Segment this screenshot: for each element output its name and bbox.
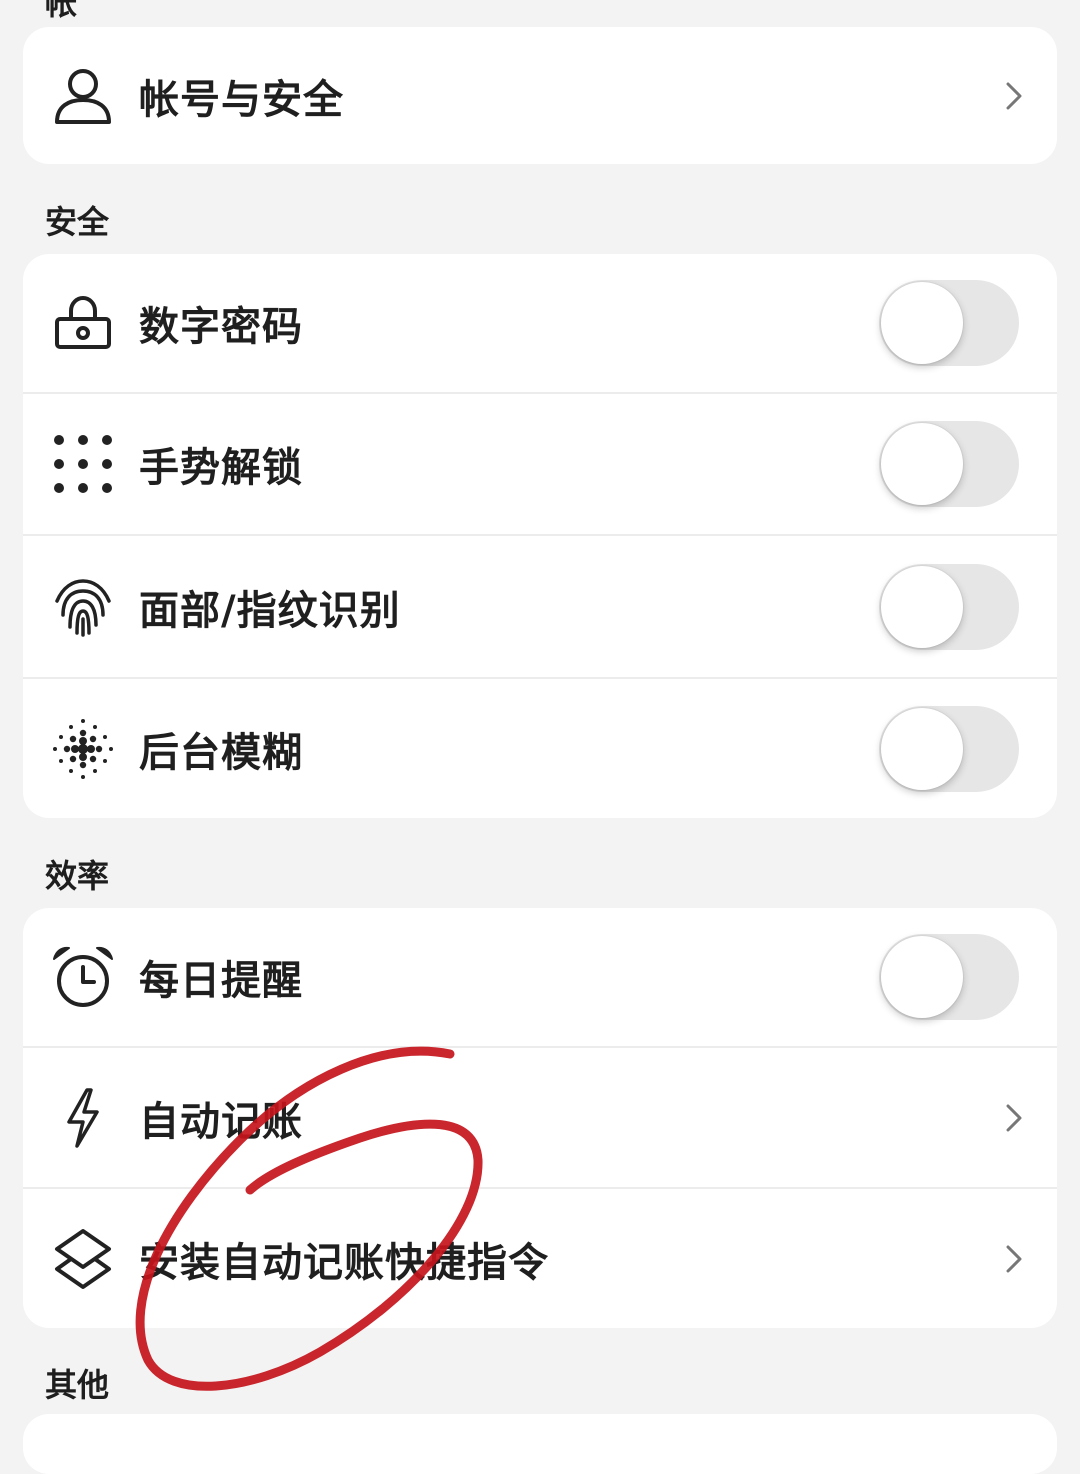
gesture-unlock-toggle[interactable] xyxy=(879,421,1019,507)
toggle-knob xyxy=(881,936,963,1018)
face-fingerprint-toggle[interactable] xyxy=(879,563,1019,650)
lock-icon xyxy=(55,295,111,349)
gesture-unlock-row: 手势解锁 xyxy=(23,394,1057,536)
chevron-right-icon xyxy=(1006,1104,1022,1131)
lightning-icon xyxy=(67,1087,99,1148)
chevron-right-icon xyxy=(1006,82,1022,109)
blur-dots-icon xyxy=(53,718,113,779)
install-shortcut-row[interactable]: 安装自动记账快捷指令 xyxy=(23,1189,1057,1328)
background-blur-row: 后台模糊 xyxy=(23,679,1057,818)
toggle-knob xyxy=(881,423,963,505)
toggle-knob xyxy=(881,565,963,648)
face-fingerprint-label: 面部/指纹识别 xyxy=(139,587,401,634)
auto-bookkeeping-row[interactable]: 自动记账 xyxy=(23,1048,1057,1189)
face-fingerprint-row: 面部/指纹识别 xyxy=(23,536,1057,679)
toggle-knob xyxy=(881,707,963,790)
dots-grid-icon xyxy=(54,435,112,493)
account-card: 帐号与安全 xyxy=(23,27,1057,164)
other-card xyxy=(23,1414,1057,1474)
numeric-password-toggle[interactable] xyxy=(879,280,1019,366)
section-title-efficiency: 效率 xyxy=(45,857,110,895)
partial-section-title: 帐 xyxy=(45,0,78,22)
daily-reminder-label: 每日提醒 xyxy=(139,958,303,1004)
daily-reminder-toggle[interactable] xyxy=(879,934,1019,1020)
daily-reminder-row: 每日提醒 xyxy=(23,908,1057,1048)
install-shortcut-label: 安装自动记账快捷指令 xyxy=(139,1239,549,1286)
alarm-clock-icon xyxy=(53,946,113,1007)
numeric-password-row: 数字密码 xyxy=(23,254,1057,394)
account-security-label: 帐号与安全 xyxy=(139,76,344,123)
section-title-security: 安全 xyxy=(45,203,110,241)
auto-bookkeeping-label: 自动记账 xyxy=(139,1098,303,1145)
efficiency-card: 每日提醒 自动记账 安装自动记账快捷指令 xyxy=(23,908,1057,1328)
account-security-row[interactable]: 帐号与安全 xyxy=(23,27,1057,164)
security-card: 数字密码 手势解锁 面部/指纹识别 后台模糊 xyxy=(23,254,1057,818)
fingerprint-icon xyxy=(55,578,111,637)
user-icon xyxy=(55,68,111,124)
gesture-unlock-label: 手势解锁 xyxy=(139,445,303,491)
toggle-knob xyxy=(881,282,963,364)
background-blur-toggle[interactable] xyxy=(879,705,1019,792)
numeric-password-label: 数字密码 xyxy=(139,304,303,350)
shortcuts-icon xyxy=(55,1228,111,1289)
section-title-other: 其他 xyxy=(45,1366,110,1404)
background-blur-label: 后台模糊 xyxy=(139,729,303,776)
chevron-right-icon xyxy=(1006,1245,1022,1272)
